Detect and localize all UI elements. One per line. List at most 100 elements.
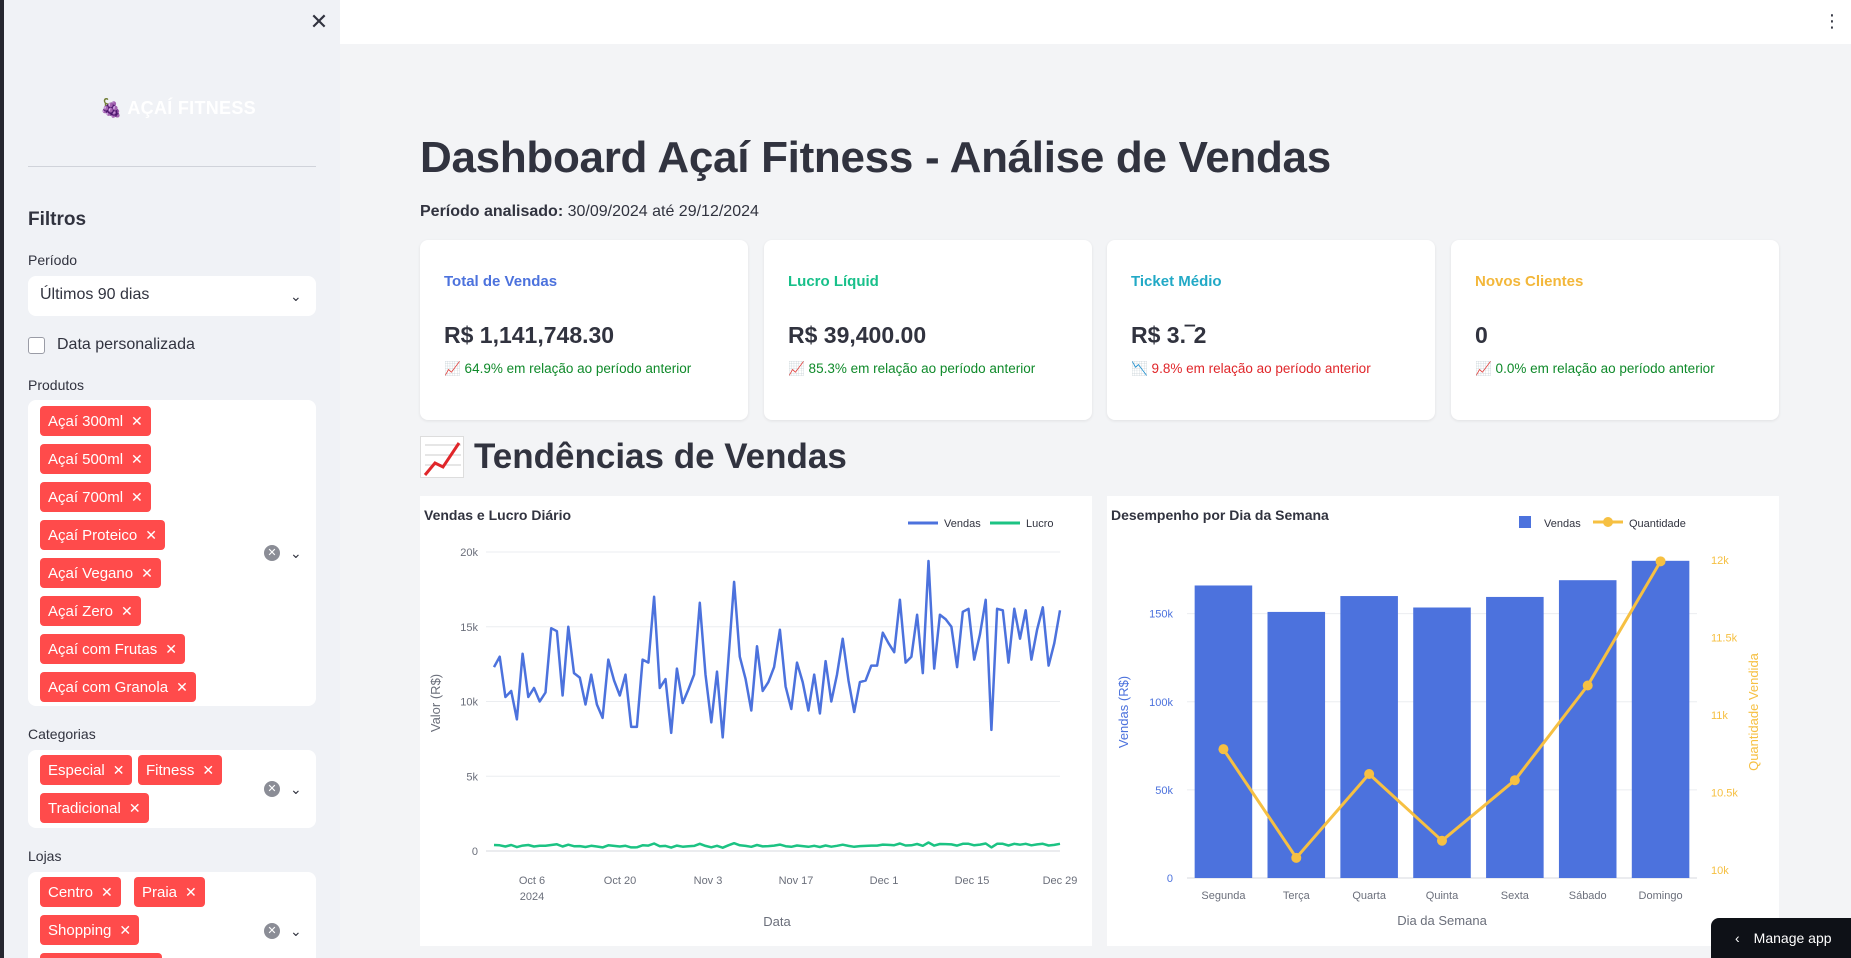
period-select[interactable]: Últimos 90 dias ⌄ <box>28 276 316 316</box>
daily-sales-profit-chart: Vendas e Lucro Diário 0 5k 10k 15k 20k Oct 6 20… <box>420 496 1092 946</box>
remove-tag-icon[interactable]: ✕ <box>131 413 143 429</box>
analyzed-period: Período analisado: 30/09/2024 até 29/12/… <box>420 203 759 221</box>
x-tick-label: Dec 1 <box>870 875 899 887</box>
y2-tick-label: 12k <box>1711 555 1729 567</box>
remove-tag-icon[interactable]: ✕ <box>113 762 125 778</box>
chevron-down-icon[interactable]: ⌄ <box>290 924 304 938</box>
tag-label: Açaí 700ml <box>48 489 124 506</box>
chevron-down-icon[interactable]: ⌄ <box>290 289 304 303</box>
chevron-left-icon: ‹ <box>1735 930 1740 946</box>
store-tag: Praia ✕ <box>134 877 205 907</box>
product-tag: Açaí Zero ✕ <box>40 596 141 626</box>
tag-label: Açaí 300ml <box>48 413 124 430</box>
data-point <box>1218 744 1229 755</box>
remove-tag-icon[interactable]: ✕ <box>131 489 143 505</box>
remove-tag-icon[interactable]: ✕ <box>101 884 113 900</box>
legend-label: Vendas <box>1544 518 1581 530</box>
stores-label: Lojas <box>28 848 62 864</box>
y-tick-label: 100k <box>1149 697 1173 709</box>
products-multiselect[interactable]: Açaí 300ml ✕ Açaí 500ml ✕ Açaí 700ml ✕ Açaí… <box>28 400 316 706</box>
top-bar: ⋮ <box>340 0 1851 44</box>
remove-tag-icon[interactable]: ✕ <box>165 641 177 657</box>
stores-multiselect[interactable]: Centro ✕ Praia ✕ Shopping ✕ ✕ ⌄ <box>28 872 316 958</box>
kpi-delta: 📉 9.8% em relação ao período anterior <box>1131 361 1371 376</box>
custom-date-checkbox-row[interactable]: Data personalizada <box>28 336 195 354</box>
period-value: Últimos 90 dias <box>40 286 150 303</box>
tag-label: Centro <box>48 884 94 901</box>
remove-tag-icon[interactable]: ✕ <box>129 800 141 816</box>
y-tick-label: 20k <box>460 547 478 559</box>
tag-label: Açaí 500ml <box>48 451 124 468</box>
bar <box>1558 580 1617 878</box>
period-label: Período <box>28 252 78 268</box>
tag-label: Açaí Vegano <box>48 565 134 582</box>
product-tag: Açaí 700ml ✕ <box>40 482 151 512</box>
kpi-delta: 📈 0.0% em relação ao período anterior <box>1475 361 1715 376</box>
clear-all-icon[interactable]: ✕ <box>264 923 280 939</box>
tag-label: Shopping <box>48 922 112 939</box>
remove-tag-icon[interactable]: ✕ <box>141 565 153 581</box>
kpi-card-total-sales: Total de Vendas R$ 1,141,748.30 📈 64.9% … <box>420 240 748 420</box>
more-options-icon[interactable]: ⋮ <box>1823 12 1841 30</box>
x-tick-label: Nov 3 <box>694 875 723 887</box>
clear-all-icon[interactable]: ✕ <box>264 781 280 797</box>
kpi-value: R$ 3.‾2 <box>1131 322 1207 348</box>
x-tick-label: Domingo <box>1639 890 1683 902</box>
filters-heading: Filtros <box>28 209 87 230</box>
remove-tag-icon[interactable]: ✕ <box>176 679 188 695</box>
manage-app-button[interactable]: ‹ Manage app <box>1711 918 1851 958</box>
products-label: Produtos <box>28 377 85 393</box>
remove-tag-icon[interactable]: ✕ <box>119 922 131 938</box>
x-tick-label: 2024 <box>520 891 544 903</box>
kpi-value: 0 <box>1475 322 1488 348</box>
remove-tag-icon[interactable]: ✕ <box>131 451 143 467</box>
remove-tag-icon[interactable]: ✕ <box>121 603 133 619</box>
data-point <box>1437 835 1447 846</box>
data-point <box>1582 680 1593 691</box>
bar-chart-svg: Desempenho por Dia da Semana 0 50k 100k 150k… <box>1111 507 1761 928</box>
tag-label: Especial <box>48 762 105 779</box>
chevron-down-icon[interactable]: ⌄ <box>290 782 304 796</box>
category-tag: Fitness ✕ <box>138 755 223 785</box>
data-point <box>1364 768 1375 779</box>
period-value-text: 30/09/2024 até 29/12/2024 <box>567 203 759 220</box>
category-tag: Tradicional ✕ <box>40 793 149 823</box>
remove-tag-icon[interactable]: ✕ <box>202 762 214 778</box>
data-point <box>1655 556 1666 567</box>
y2-tick-label: 11.5k <box>1711 632 1738 644</box>
tag-label: Açaí com Granola <box>48 679 169 696</box>
custom-date-label: Data personalizada <box>57 336 195 353</box>
y-tick-label: 0 <box>1167 873 1173 885</box>
y2-tick-label: 10k <box>1711 865 1729 877</box>
remove-tag-icon[interactable]: ✕ <box>185 884 197 900</box>
kpi-card-avg-ticket: Ticket Médio R$ 3.‾2 📉 9.8% em relação a… <box>1107 240 1435 420</box>
legend-label: Lucro <box>1026 518 1054 530</box>
grape-icon: 🍇 <box>100 98 123 118</box>
clear-all-icon[interactable]: ✕ <box>264 545 280 561</box>
close-icon[interactable]: ✕ <box>307 10 331 34</box>
sidebar: ✕ 🍇 AÇAÍ FITNESS Filtros Período Últimos… <box>4 0 340 958</box>
y2-tick-label: 10.5k <box>1711 788 1738 800</box>
tag-label: Praia <box>142 884 178 901</box>
x-tick-label: Segunda <box>1201 890 1246 902</box>
remove-tag-icon[interactable]: ✕ <box>145 527 157 543</box>
legend-label: Quantidade <box>1629 518 1686 530</box>
bar <box>1194 585 1253 878</box>
y-tick-label: 50k <box>1155 785 1173 797</box>
legend-marker <box>1603 517 1613 527</box>
product-tag: Açaí com Frutas ✕ <box>40 634 185 664</box>
weekday-performance-chart: Desempenho por Dia da Semana 0 50k 100k 150k… <box>1107 496 1779 946</box>
custom-date-checkbox[interactable] <box>28 336 45 354</box>
category-tag: Especial ✕ <box>40 755 133 785</box>
chevron-down-icon[interactable]: ⌄ <box>290 546 304 560</box>
tag-label: Tradicional <box>48 800 121 817</box>
x-tick-label: Dec 29 <box>1043 875 1078 887</box>
chart-title: Desempenho por Dia da Semana <box>1111 507 1329 523</box>
kpi-value: R$ 1,141,748.30 <box>444 322 615 348</box>
period-label-bold: Período analisado: <box>420 203 564 220</box>
chart-title: Vendas e Lucro Diário <box>424 507 571 523</box>
y-tick-label: 150k <box>1149 609 1173 621</box>
x-tick-label: Sábado <box>1569 890 1607 902</box>
categories-multiselect[interactable]: Especial ✕ Fitness ✕ Tradicional ✕ ✕ ⌄ <box>28 750 316 828</box>
x-tick-label: Oct 6 <box>519 875 545 887</box>
